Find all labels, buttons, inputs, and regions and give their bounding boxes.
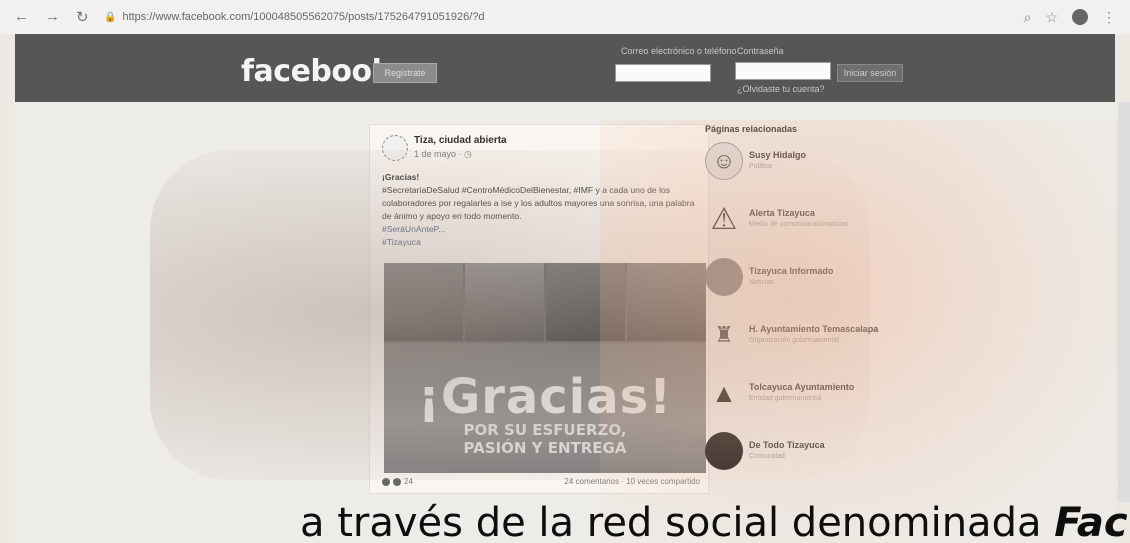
document-caption: a través de la red social denominada Fac: [0, 500, 1130, 543]
forward-icon[interactable]: →: [45, 8, 60, 26]
related-page-name[interactable]: Tolcayuca Ayuntamiento: [749, 382, 854, 392]
banner-line-1: POR SU ESFUERZO,: [463, 421, 627, 439]
town-photo-icon: [705, 258, 743, 296]
post-image[interactable]: ¡Gracias! POR SU ESFUERZO, PASIÓN Y ENTR…: [384, 263, 706, 473]
reaction-icon: [393, 477, 401, 486]
photo: [546, 263, 625, 341]
email-label: Correo electrónico o teléfono: [621, 46, 737, 56]
post-body: #SecretaríaDeSalud #CentroMédicoDelBiene…: [382, 185, 695, 221]
login-button[interactable]: Iniciar sesión: [837, 64, 903, 82]
email-input[interactable]: [615, 64, 711, 82]
back-icon[interactable]: ←: [14, 8, 29, 26]
related-page-item[interactable]: ⚠ Alerta Tizayuca Medio de comunicación/…: [705, 200, 895, 258]
warning-triangle-icon: ⚠: [710, 202, 738, 236]
photo: [627, 263, 706, 341]
related-page-item[interactable]: ♜ H. Ayuntamiento Temascalapa Organizaci…: [705, 316, 895, 374]
related-page-category: Política: [749, 163, 772, 170]
related-page-name[interactable]: De Todo Tizayuca: [749, 440, 825, 450]
related-page-category: Comunidad: [749, 453, 785, 460]
thanks-banner: ¡Gracias! POR SU ESFUERZO, PASIÓN Y ENTR…: [384, 343, 706, 473]
hashtag-link[interactable]: #Tizayuca: [382, 236, 700, 249]
related-page-item[interactable]: ☺ Susy Hidalgo Política: [705, 142, 895, 200]
related-page-category: Medio de comunicación/noticias: [749, 221, 849, 228]
menu-icon[interactable]: ⋮: [1102, 9, 1116, 26]
related-page-item[interactable]: ▲ Tolcayuca Ayuntamiento Entidad guberna…: [705, 374, 895, 432]
nav-buttons: ← → ↻: [14, 8, 104, 26]
post-heading: ¡Gracias!: [382, 172, 420, 182]
password-label: Contraseña: [737, 46, 784, 56]
reaction-count: 24: [404, 477, 413, 486]
caption-text: a través de la red social denominada: [300, 500, 1042, 543]
zoom-icon[interactable]: ⌕: [1024, 9, 1032, 26]
building-icon: ▲: [711, 377, 737, 408]
post-date[interactable]: 1 de mayo · ◷: [414, 149, 472, 160]
post-card: Tiza, ciudad abierta 1 de mayo · ◷ ¡Grac…: [369, 124, 709, 494]
caption-bold: Fac: [1054, 500, 1128, 543]
banner-title: ¡Gracias!: [417, 369, 673, 425]
person-avatar-icon: ☺: [705, 142, 743, 180]
related-pages: Páginas relacionadas ☺ Susy Hidalgo Polí…: [705, 124, 895, 490]
facebook-header: facebook Registrate Correo electrónico o…: [15, 34, 1115, 102]
post-author[interactable]: Tiza, ciudad abierta: [414, 135, 507, 146]
related-page-category: Organización gubernamental: [749, 337, 839, 344]
bookmark-star-icon[interactable]: ☆: [1045, 9, 1058, 26]
related-page-category: Noticias: [749, 279, 774, 286]
address-bar[interactable]: https://www.facebook.com/100048505562075…: [122, 11, 1023, 23]
reaction-icon: [382, 477, 390, 486]
extension-icon[interactable]: [1072, 8, 1088, 25]
page-content: Tiza, ciudad abierta 1 de mayo · ◷ ¡Grac…: [15, 102, 1115, 543]
hashtag-link[interactable]: #SeráUnAnteP...: [382, 223, 700, 236]
related-page-name[interactable]: Tizayuca Informado: [749, 266, 833, 276]
forgot-account-link[interactable]: ¿Olvidaste tu cuenta?: [737, 84, 825, 94]
register-button[interactable]: Registrate: [373, 63, 437, 83]
scrollbar[interactable]: [1118, 102, 1130, 502]
browser-toolbar: ← → ↻ 🔒 https://www.facebook.com/1000485…: [0, 0, 1130, 34]
page-logo-icon: [705, 432, 743, 470]
related-pages-title: Páginas relacionadas: [705, 124, 798, 134]
post-text: ¡Gracias! #SecretaríaDeSalud #CentroMédi…: [382, 171, 700, 249]
coat-of-arms-icon: ♜: [714, 322, 734, 347]
password-input[interactable]: [735, 62, 831, 80]
photo: [384, 263, 463, 341]
related-page-item[interactable]: De Todo Tizayuca Comunidad: [705, 432, 895, 490]
photo-collage: [384, 263, 706, 341]
related-page-name[interactable]: Alerta Tizayuca: [749, 208, 815, 218]
lock-icon[interactable]: 🔒: [104, 12, 116, 23]
reactions[interactable]: 24: [382, 477, 413, 486]
page-avatar[interactable]: [382, 135, 408, 161]
facebook-logo[interactable]: facebook: [241, 54, 392, 89]
related-page-name[interactable]: H. Ayuntamiento Temascalapa: [749, 324, 878, 334]
banner-line-2: PASIÓN Y ENTREGA: [463, 439, 627, 457]
post-footer: 24 24 comentarios · 10 veces compartido: [382, 477, 700, 486]
related-page-item[interactable]: Tizayuca Informado Noticias: [705, 258, 895, 316]
reload-icon[interactable]: ↻: [76, 8, 89, 26]
photo: [465, 263, 544, 341]
related-page-name[interactable]: Susy Hidalgo: [749, 150, 806, 160]
related-page-category: Entidad gubernamental: [749, 395, 822, 402]
comments-shares[interactable]: 24 comentarios · 10 veces compartido: [564, 477, 700, 486]
